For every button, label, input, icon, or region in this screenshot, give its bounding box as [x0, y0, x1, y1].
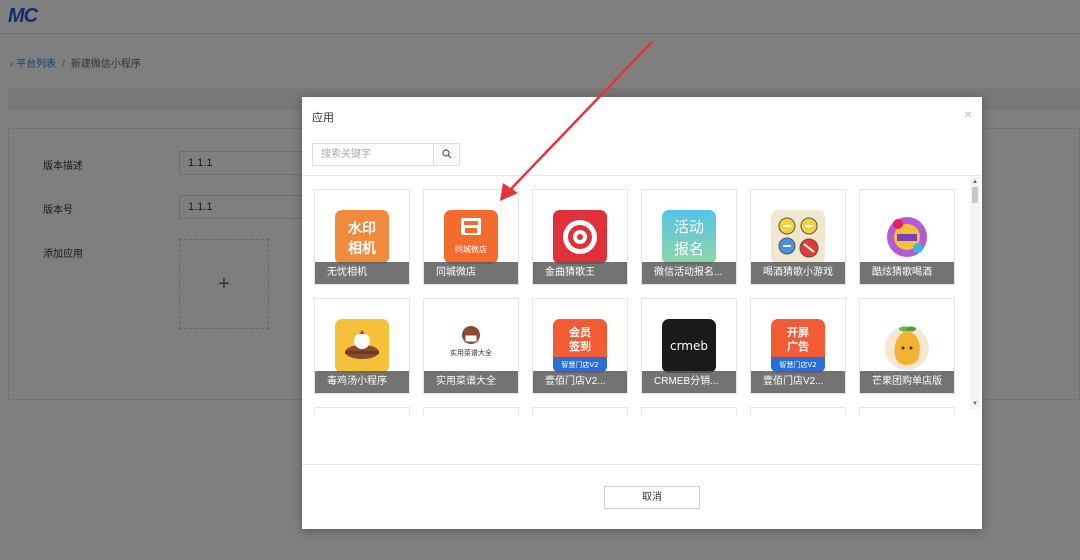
app-card[interactable]	[314, 407, 410, 415]
app-card[interactable]: 同城微店 同城微店	[423, 189, 519, 285]
app-card-label: 无忧相机	[315, 262, 409, 284]
app-card[interactable]	[859, 407, 955, 415]
app-card[interactable]: 酷炫猜歌喝酒	[859, 189, 955, 285]
app-card[interactable]	[750, 407, 846, 415]
app-card-label: 同城微店	[424, 262, 518, 284]
app-card-label: 微信活动报名...	[642, 262, 736, 284]
scroll-up-icon[interactable]: ▲	[972, 179, 978, 185]
app-card-label: 壹佰门店V2...	[533, 371, 627, 393]
search-box	[312, 143, 460, 166]
chicken-soup-icon	[335, 319, 389, 373]
chef-hat-icon: 实用菜谱大全	[444, 319, 498, 373]
svg-text:同城微店: 同城微店	[455, 244, 487, 254]
modal-divider	[302, 175, 982, 176]
arrows-game-icon	[771, 210, 825, 264]
close-icon[interactable]: ×	[964, 106, 972, 122]
app-card-label: 芒果团购单店版	[860, 371, 954, 393]
app-picker-modal: 应用 × 水印相机 无忧相机 同城微店 同城微店 金曲猜歌王	[302, 97, 982, 529]
crmeb-logo-icon: crmeb	[662, 319, 716, 373]
svg-text:活动: 活动	[674, 218, 704, 236]
svg-text:开屏: 开屏	[787, 326, 809, 339]
app-card-label: 酷炫猜歌喝酒	[860, 262, 954, 284]
app-card[interactable]	[423, 407, 519, 415]
app-card-label: 毒鸡汤小程序	[315, 371, 409, 393]
app-card[interactable]: 金曲猜歌王	[532, 189, 628, 285]
app-card-label: 实用菜谱大全	[424, 371, 518, 393]
search-button[interactable]	[433, 144, 459, 165]
app-card[interactable]: 实用菜谱大全 实用菜谱大全	[423, 298, 519, 394]
search-icon	[442, 149, 452, 159]
party-emblem-icon	[880, 210, 934, 264]
modal-footer-divider	[302, 464, 982, 465]
member-store-icon: 会员 签到智慧门店V2	[553, 319, 607, 373]
app-card[interactable]	[641, 407, 737, 415]
svg-text:crmeb: crmeb	[670, 339, 708, 353]
app-card-label: 金曲猜歌王	[533, 262, 627, 284]
app-card[interactable]: 活动报名 微信活动报名...	[641, 189, 737, 285]
app-card[interactable]: 会员 签到智慧门店V2 壹佰门店V2...	[532, 298, 628, 394]
watermark-camera-icon: 水印 相机	[335, 210, 389, 264]
app-grid: 水印相机 无忧相机 同城微店 同城微店 金曲猜歌王 活动报名 微信活动报名...	[314, 189, 958, 415]
mango-icon	[880, 319, 934, 373]
scroll-down-icon[interactable]: ▼	[972, 401, 978, 407]
svg-text:智慧门店V2: 智慧门店V2	[561, 360, 598, 369]
app-card[interactable]: 芒果团购单店版	[859, 298, 955, 394]
scrollbar-thumb[interactable]	[972, 187, 978, 203]
app-card[interactable]: 毒鸡汤小程序	[314, 298, 410, 394]
search-input[interactable]	[313, 144, 434, 165]
storefront-icon: 同城微店	[444, 210, 498, 264]
cancel-button[interactable]: 取消	[604, 486, 700, 509]
open-store-icon: 开屏 广告智慧门店V2	[771, 319, 825, 373]
grid-scrollbar[interactable]: ▲ ▼	[970, 177, 980, 409]
app-card-label: 壹佰门店V2...	[751, 371, 845, 393]
svg-text:广告: 广告	[787, 339, 809, 353]
svg-text:报名: 报名	[674, 240, 704, 258]
app-card[interactable]: 喝酒猜歌小游戏	[750, 189, 846, 285]
app-card[interactable]: 水印 相机 无忧相机	[314, 189, 410, 285]
svg-text:相机: 相机	[348, 240, 376, 257]
activity-signup-icon: 活动 报名	[662, 210, 716, 264]
app-card[interactable]: 开屏 广告智慧门店V2 壹佰门店V2...	[750, 298, 846, 394]
app-card[interactable]: crmeb CRMEB分销...	[641, 298, 737, 394]
svg-text:水印: 水印	[348, 220, 376, 237]
app-card[interactable]	[532, 407, 628, 415]
svg-text:签到: 签到	[568, 339, 591, 353]
svg-text:实用菜谱大全: 实用菜谱大全	[450, 348, 492, 357]
modal-title: 应用	[312, 112, 334, 124]
target-ring-icon	[553, 210, 607, 264]
modal-header: 应用 ×	[302, 97, 982, 135]
svg-text:会员: 会员	[569, 325, 591, 339]
app-card-label: CRMEB分销...	[642, 371, 736, 393]
app-card-label: 喝酒猜歌小游戏	[751, 262, 845, 284]
svg-text:智慧门店V2: 智慧门店V2	[779, 360, 816, 369]
